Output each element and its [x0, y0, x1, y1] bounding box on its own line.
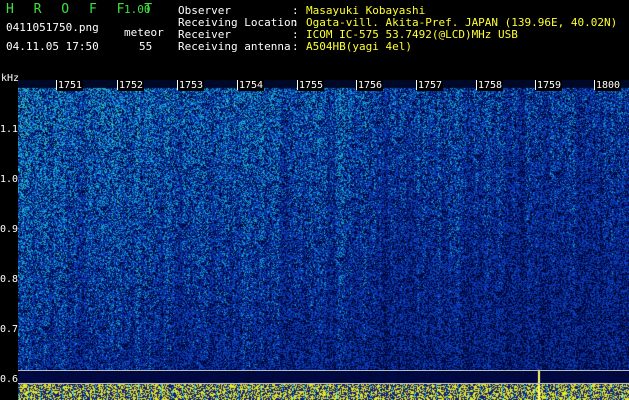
freq-label: 0.9: [0, 224, 19, 235]
antenna-value: A504HB(yagi 4el): [306, 40, 412, 53]
location-sep: :: [292, 16, 299, 29]
receiver-sep: :: [292, 28, 299, 41]
minute-label: 1751: [57, 80, 84, 91]
image-filename: 0411051750.png: [6, 21, 99, 34]
freq-label: 1.1: [0, 124, 19, 135]
timestamp: 04.11.05 17:50: [6, 40, 99, 53]
freq-label: 0.7: [0, 324, 19, 335]
observer-value: Masayuki Kobayashi: [306, 4, 426, 17]
minute-label: 1756: [357, 80, 384, 91]
freq-label: 0.8: [0, 274, 19, 285]
minute-label: 1800: [595, 80, 622, 91]
observer-label: Observer: [178, 4, 231, 17]
app-version: 1.00: [124, 3, 151, 16]
observer-sep: :: [292, 4, 299, 17]
receiver-label: Receiver: [178, 28, 231, 41]
minute-label: 1754: [238, 80, 265, 91]
counter-label: meteor: [124, 26, 164, 39]
freq-label: 0.6: [0, 374, 19, 385]
spectrogram: [18, 80, 629, 400]
minute-label: 1758: [477, 80, 504, 91]
freq-label: 1.0: [0, 174, 19, 185]
antenna-label: Receiving antenna: [178, 40, 291, 53]
counter-value: 55: [139, 40, 153, 53]
unit-label: kHz: [1, 73, 20, 84]
antenna-sep: :: [292, 40, 299, 53]
reference-line: [18, 383, 629, 384]
minute-label: 1752: [118, 80, 145, 91]
reference-line: [18, 370, 629, 371]
minute-label: 1753: [178, 80, 205, 91]
receiver-value: ICOM IC-575 53.7492(@LCD)MHz USB: [306, 28, 518, 41]
location-label: Receiving Location: [178, 16, 298, 29]
location-value: Ogata-vill. Akita-Pref. JAPAN (139.96E, …: [306, 16, 618, 29]
minute-label: 1755: [298, 80, 325, 91]
minute-label: 1759: [536, 80, 563, 91]
minute-label: 1757: [417, 80, 444, 91]
